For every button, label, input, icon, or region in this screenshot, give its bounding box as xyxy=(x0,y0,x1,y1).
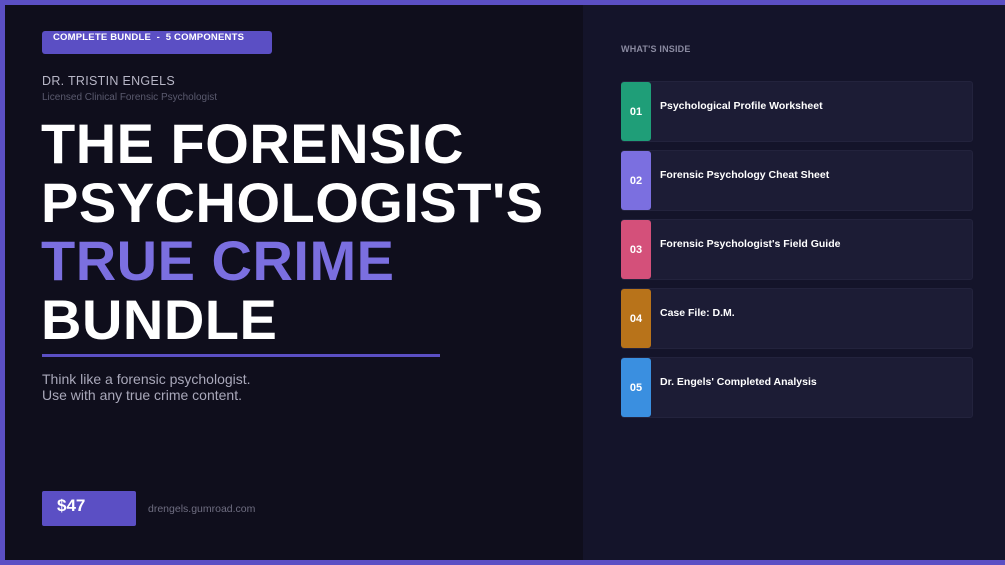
component-item-1[interactable]: 01 Psychological Profile Worksheet xyxy=(621,81,973,142)
component-item-2[interactable]: 02 Forensic Psychology Cheat Sheet xyxy=(621,150,973,211)
component-list: 01 Psychological Profile Worksheet 02 Fo… xyxy=(621,81,973,426)
headline: THE FORENSIC PSYCHOLOGIST'S TRUE CRIME B… xyxy=(41,112,544,351)
price-button[interactable]: $47 xyxy=(42,491,136,526)
product-card: COMPLETE BUNDLE - 5 COMPONENTS DR. TRIST… xyxy=(5,5,1005,560)
component-number-badge: 02 xyxy=(621,151,651,210)
component-title: Forensic Psychologist's Field Guide xyxy=(660,238,841,250)
whats-inside-heading: WHAT'S INSIDE xyxy=(621,44,691,54)
left-panel: COMPLETE BUNDLE - 5 COMPONENTS DR. TRIST… xyxy=(5,5,583,560)
component-title: Case File: D.M. xyxy=(660,307,735,319)
store-link[interactable]: drengels.gumroad.com xyxy=(148,503,255,515)
title-divider xyxy=(42,354,440,357)
headline-line-2: PSYCHOLOGIST'S xyxy=(41,170,544,234)
component-item-5[interactable]: 05 Dr. Engels' Completed Analysis xyxy=(621,357,973,418)
headline-line-4: BUNDLE xyxy=(41,287,278,351)
right-panel: WHAT'S INSIDE 01 Psychological Profile W… xyxy=(583,5,1005,560)
component-item-4[interactable]: 04 Case File: D.M. xyxy=(621,288,973,349)
component-number-badge: 01 xyxy=(621,82,651,141)
component-title: Forensic Psychology Cheat Sheet xyxy=(660,169,830,181)
tagline: Think like a forensic psychologist. Use … xyxy=(42,371,251,403)
headline-line-3-accent: TRUE CRIME xyxy=(41,229,395,292)
bundle-badge: COMPLETE BUNDLE - 5 COMPONENTS xyxy=(42,31,272,54)
author-title: Licensed Clinical Forensic Psychologist xyxy=(42,92,218,103)
component-number-badge: 04 xyxy=(621,289,651,348)
tagline-line-1: Think like a forensic psychologist. xyxy=(42,371,251,387)
author-name: DR. TRISTIN ENGELS xyxy=(42,74,175,88)
component-number-badge: 03 xyxy=(621,220,651,279)
component-number-badge: 05 xyxy=(621,358,651,417)
component-title: Psychological Profile Worksheet xyxy=(660,100,823,112)
component-title: Dr. Engels' Completed Analysis xyxy=(660,376,817,388)
component-item-3[interactable]: 03 Forensic Psychologist's Field Guide xyxy=(621,219,973,280)
tagline-line-2: Use with any true crime content. xyxy=(42,387,242,403)
headline-line-1: THE FORENSIC xyxy=(41,112,464,175)
